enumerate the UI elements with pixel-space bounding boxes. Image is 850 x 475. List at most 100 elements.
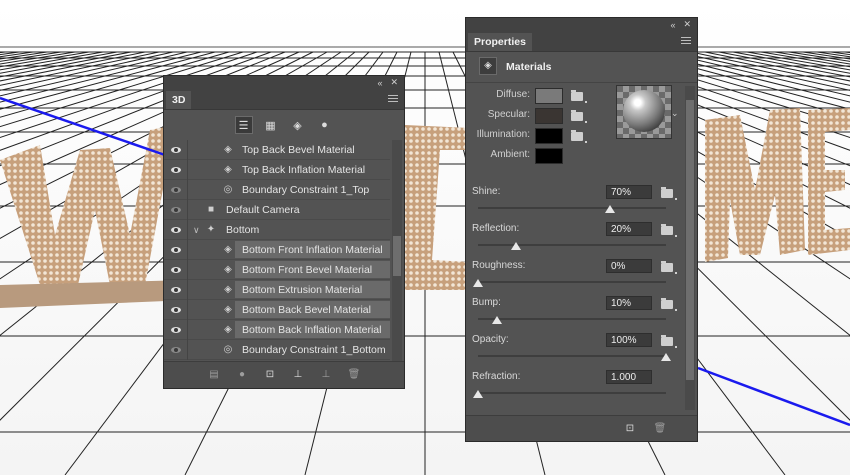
visibility-toggle[interactable] [164,320,188,340]
slider-track[interactable] [478,392,666,394]
slider-value-field[interactable]: 100% [606,333,652,347]
tab-3d[interactable]: 3D [166,91,192,109]
layer-row[interactable]: ∨ ✦ Bottom [164,220,390,240]
visibility-toggle[interactable] [164,140,188,160]
texture-folder-icon[interactable] [661,261,677,274]
slider-label: Opacity: [472,334,509,345]
texture-map-label: Illumination: [476,129,530,140]
trash-icon[interactable]: 🗑 [653,422,667,436]
color-swatch[interactable] [535,128,563,144]
material-icon: ◈ [224,324,232,335]
panel-header-strip[interactable]: « ✕ [466,18,697,31]
visibility-toggle[interactable] [164,300,188,320]
slider-value-field[interactable]: 70% [606,185,652,199]
chevron-down-icon[interactable]: ⌄ [671,108,679,119]
tab-bar: Properties [466,31,697,52]
slider-value-field[interactable]: 20% [606,222,652,236]
eye-icon [170,267,181,273]
texture-folder-icon[interactable] [661,224,677,237]
panel-menu-icon[interactable] [388,95,398,102]
slider-value-field[interactable]: 0% [606,259,652,273]
eye-icon [170,147,181,153]
3d-viewport[interactable] [0,0,850,475]
slider-label: Refraction: [472,371,521,382]
texture-folder-icon[interactable] [661,335,677,348]
close-icon[interactable]: ✕ [683,19,691,30]
texture-map-label: Diffuse: [496,89,530,100]
panel-header-strip[interactable]: « ✕ [164,76,404,89]
visibility-toggle[interactable] [164,240,188,260]
slider-knob[interactable] [661,353,671,361]
drop-to-plane-icon[interactable]: ⊡ [263,368,277,382]
layer-label: Bottom Extrusion Material [242,284,363,296]
slider-value-field[interactable]: 10% [606,296,652,310]
scrollbar-thumb[interactable] [393,236,401,276]
texture-folder-icon[interactable] [571,130,587,143]
layer-label: Boundary Constraint 1_Top [242,184,370,196]
slider-value-field[interactable]: 1.000 [606,370,652,384]
layer-row[interactable]: ◈ Bottom Front Bevel Material [164,260,390,280]
texture-folder-icon[interactable] [661,298,677,311]
layer-row[interactable]: ■ Default Camera [164,200,390,220]
layer-row[interactable]: ◎ Boundary Constraint 1_Top [164,180,390,200]
mesh-filter-icon[interactable]: ▦ [262,116,280,134]
eye-icon [170,327,181,333]
new-constraint-icon[interactable]: ⊥ [291,368,305,382]
slider-track[interactable] [478,318,666,320]
slider-track[interactable] [478,244,666,246]
light-add-icon[interactable]: ● [235,368,249,382]
toggle-objects-icon[interactable]: ⊥ [319,368,333,382]
material-filter-icon[interactable]: ◈ [289,116,307,134]
close-icon[interactable]: ✕ [390,77,398,88]
layer-row[interactable]: ◎ Boundary Constraint 1_Bottom [164,340,390,360]
material-preview[interactable] [616,85,672,139]
slider-knob[interactable] [510,242,521,250]
layer-row[interactable]: ◈ Top Back Bevel Material [164,140,390,160]
visibility-toggle[interactable] [164,180,188,200]
texture-folder-icon[interactable] [571,90,587,103]
color-swatch[interactable] [535,88,563,104]
slider-knob[interactable] [491,316,502,324]
scene-filter-icon[interactable]: ☰ [234,116,253,134]
slider-track[interactable] [478,355,666,357]
filter-bar: ☰ ▦ ◈ ● [164,110,404,140]
collapse-icon[interactable]: « [670,20,675,30]
slider-knob[interactable] [473,390,483,398]
slider-track[interactable] [478,207,666,209]
layer-row[interactable]: ◈ Bottom Back Bevel Material [164,300,390,320]
color-swatch[interactable] [535,108,563,124]
visibility-toggle[interactable] [164,200,188,220]
layer-row[interactable]: ◈ Bottom Back Inflation Material [164,320,390,340]
texture-map-label: Specular: [487,109,530,120]
material-apply-icon[interactable]: ⊡ [623,422,637,436]
slider-track[interactable] [478,281,666,283]
material-sphere [623,90,665,132]
tab-properties[interactable]: Properties [468,33,532,51]
light-filter-icon[interactable]: ● [316,116,334,134]
materials-header: ◈ Materials [466,52,697,83]
color-swatch[interactable] [535,148,563,164]
visibility-toggle[interactable] [164,280,188,300]
texture-folder-icon[interactable] [571,110,587,123]
expand-chevron-icon[interactable]: ∨ [193,220,200,240]
visibility-toggle[interactable] [164,340,188,360]
collapse-icon[interactable]: « [377,78,382,88]
eye-icon [170,307,181,313]
layer-row[interactable]: ◈ Bottom Extrusion Material [164,280,390,300]
properties-scrollbar[interactable] [685,86,695,410]
layer-row[interactable]: ◈ Top Back Inflation Material [164,160,390,180]
eye-icon [170,287,181,293]
trash-icon[interactable]: 🗑 [347,368,361,382]
texture-map-label: Ambient: [490,149,530,160]
texture-folder-icon[interactable] [661,187,677,200]
layer-scrollbar[interactable] [392,140,402,362]
slider-knob[interactable] [604,205,615,213]
slider-knob[interactable] [473,279,483,287]
layer-row[interactable]: ◈ Bottom Front Inflation Material [164,240,390,260]
visibility-toggle[interactable] [164,220,188,240]
visibility-toggle[interactable] [164,160,188,180]
render-icon[interactable]: ▤ [207,368,221,382]
visibility-toggle[interactable] [164,260,188,280]
panel-menu-icon[interactable] [681,37,691,44]
scrollbar-thumb[interactable] [686,100,694,380]
